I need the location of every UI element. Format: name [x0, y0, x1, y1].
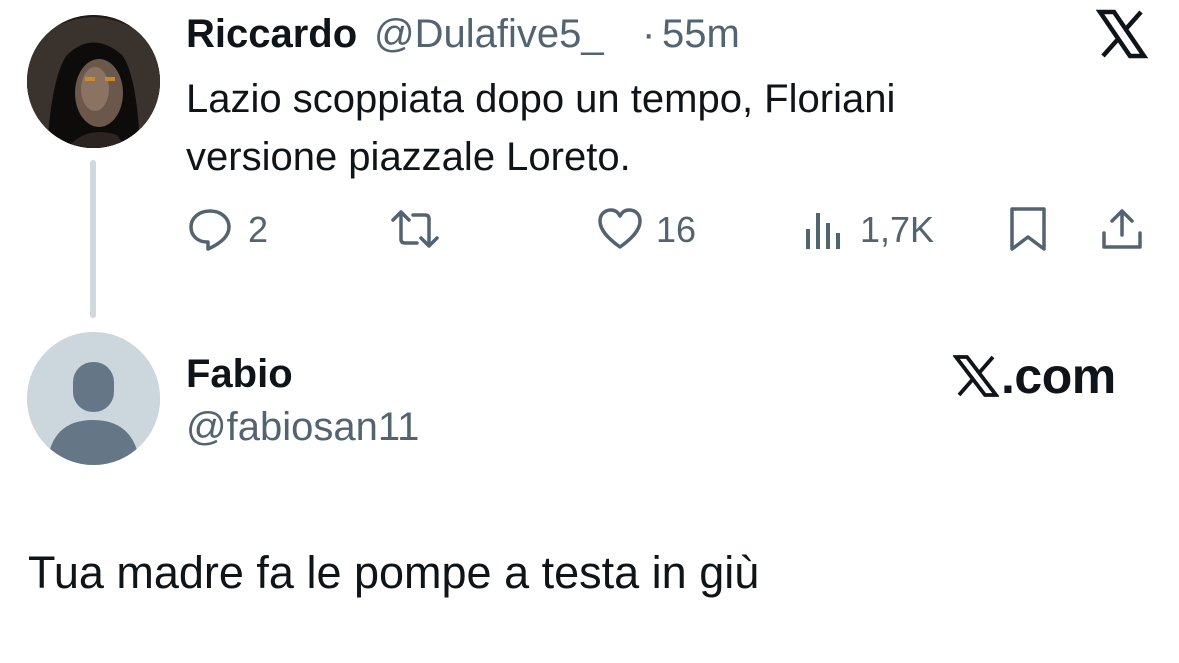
- retweet-button[interactable]: [389, 205, 439, 253]
- reply-count: 2: [248, 209, 269, 250]
- avatar-portrait-image: [27, 15, 160, 148]
- views-count: 1,7K: [860, 209, 935, 250]
- like-button[interactable]: [596, 205, 644, 253]
- author-handle[interactable]: @Dulafive5_: [374, 10, 604, 58]
- default-user-icon: [27, 332, 160, 465]
- thread-connector-line: [90, 160, 96, 318]
- reply-author-name[interactable]: Fabio: [186, 350, 293, 398]
- tweet-timestamp[interactable]: 55m: [662, 10, 740, 58]
- x-logo-icon: [1094, 6, 1150, 62]
- avatar[interactable]: [27, 15, 160, 148]
- tweet-text: Lazio scoppiata dopo un tempo, Floriani …: [186, 77, 896, 179]
- repost-arrows-icon: [391, 210, 439, 248]
- share-upload-icon: [1102, 209, 1142, 249]
- brand-domain-text: .com: [1001, 348, 1116, 404]
- like-count: 16: [656, 209, 697, 250]
- x-logo-icon: [953, 355, 999, 397]
- x-com-brand: .com: [953, 348, 1116, 404]
- bar-chart-icon: [806, 213, 840, 249]
- bookmark-icon: [1010, 207, 1046, 251]
- bookmark-button[interactable]: [1004, 205, 1052, 253]
- header-separator: ·: [642, 12, 656, 56]
- heart-icon: [598, 208, 642, 249]
- speech-bubble-icon: [189, 209, 231, 251]
- share-button[interactable]: [1098, 205, 1146, 253]
- avatar-placeholder[interactable]: [27, 332, 160, 465]
- views-button[interactable]: [802, 205, 850, 253]
- reply-text: Tua madre fa le pompe a testa in giù: [28, 547, 760, 598]
- reply-button[interactable]: [186, 205, 234, 253]
- author-name[interactable]: Riccardo: [186, 10, 357, 58]
- reply-author-handle[interactable]: @fabiosan11: [186, 403, 419, 451]
